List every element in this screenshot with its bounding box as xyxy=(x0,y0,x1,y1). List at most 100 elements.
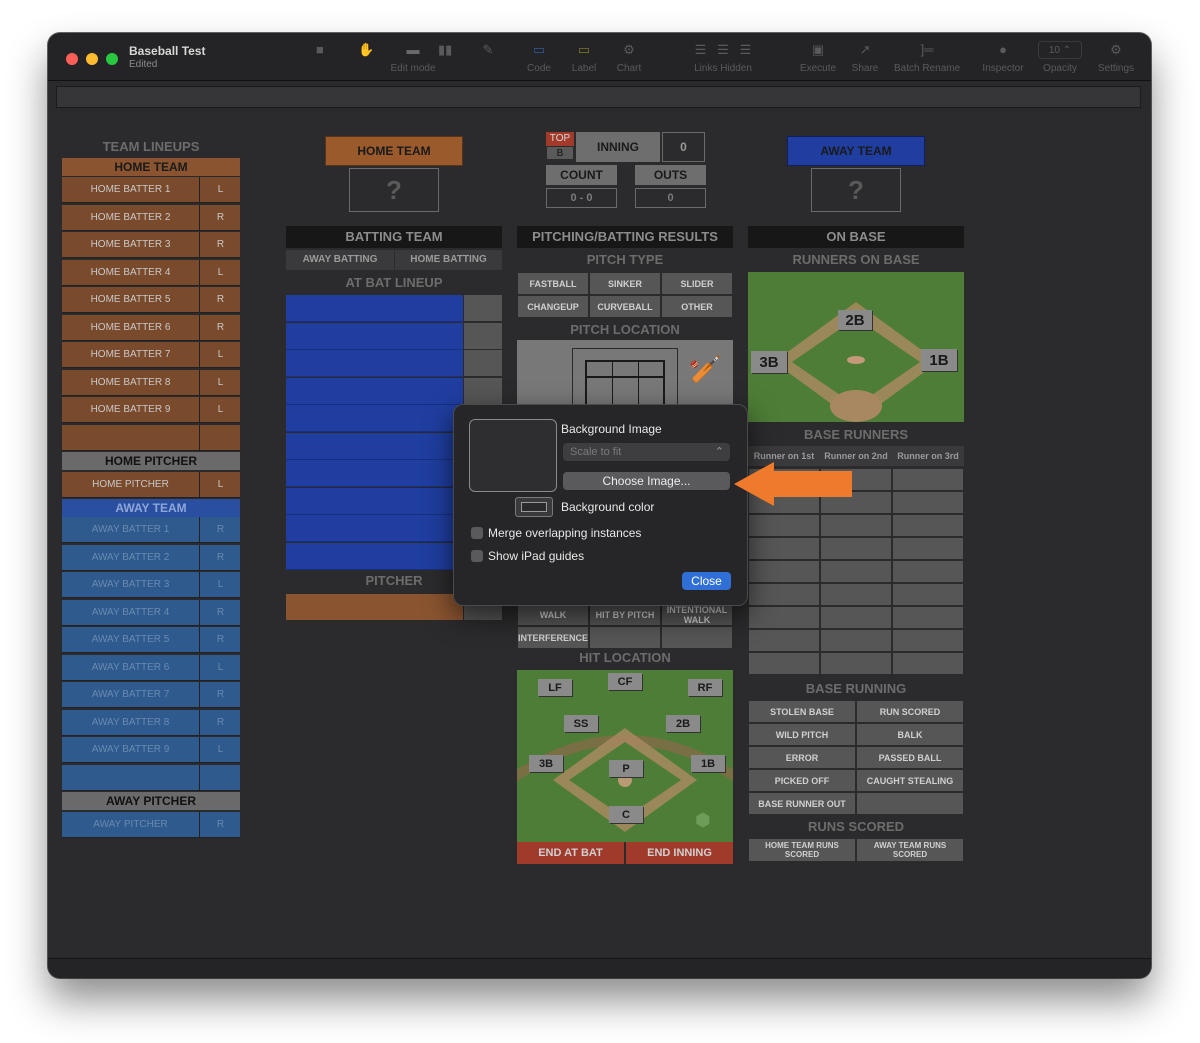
away-batter-row[interactable]: AWAY BATTER 6 L xyxy=(62,654,240,681)
away-pitcher-row[interactable]: AWAY PITCHER R xyxy=(62,812,240,838)
away-team-logo[interactable]: ? xyxy=(811,168,901,212)
base-running-button[interactable] xyxy=(856,792,964,815)
base-running-button[interactable]: RUN SCORED xyxy=(856,700,964,723)
base-running-button[interactable]: STOLEN BASE xyxy=(748,700,856,723)
at-bat-slot[interactable] xyxy=(286,515,463,542)
at-bat-hand-slot[interactable] xyxy=(464,322,502,350)
at-bat-slot[interactable] xyxy=(286,460,463,487)
toolbar-edit-mode[interactable]: ▬ Edit mode xyxy=(383,41,443,74)
pitch-type-button[interactable]: SLIDER xyxy=(661,272,733,295)
base-running-button[interactable]: WILD PITCH xyxy=(748,723,856,746)
at-bat-hand-slot[interactable] xyxy=(464,295,502,322)
at-bat-hand-slot[interactable] xyxy=(464,350,502,377)
toolbar-video-button[interactable]: ■ xyxy=(316,41,324,59)
home-batter-row[interactable]: HOME BATTER 8 L xyxy=(62,369,240,396)
at-bat-slot[interactable] xyxy=(286,487,463,515)
toolbar-settings-button[interactable]: ⚙ Settings xyxy=(1096,41,1136,74)
runner-cell[interactable] xyxy=(892,491,964,514)
toolbar-code-button[interactable]: ▭ Code xyxy=(526,41,552,74)
home-batter-row[interactable]: HOME BATTER 4 L xyxy=(62,259,240,286)
first-base-tag[interactable]: 1B xyxy=(921,349,957,371)
end-inning-button[interactable]: END INNING xyxy=(626,842,733,864)
result-button[interactable]: WALK xyxy=(517,603,589,626)
at-bat-slot[interactable] xyxy=(286,377,463,405)
at-bat-slot[interactable] xyxy=(286,405,463,432)
home-batting-toggle[interactable]: HOME BATTING xyxy=(395,250,502,270)
home-batter-row[interactable]: HOME BATTER 9 L xyxy=(62,397,240,423)
runner-cell[interactable] xyxy=(748,583,820,606)
toolbar-batch-rename-button[interactable]: ]═ Batch Rename xyxy=(894,41,960,74)
runner-cell[interactable] xyxy=(820,606,892,629)
pitch-location-zone[interactable]: 🏏 xyxy=(517,340,733,404)
pitch-type-button[interactable]: CURVEBALL xyxy=(589,295,661,318)
away-batting-toggle[interactable]: AWAY BATTING xyxy=(286,250,394,270)
home-batter-row[interactable]: HOME BATTER 2 R xyxy=(62,204,240,231)
home-batter-row[interactable]: HOME BATTER 1 L xyxy=(62,177,240,203)
field-position-cf[interactable]: CF xyxy=(608,673,642,690)
runner-cell[interactable] xyxy=(820,629,892,652)
field-position-1b[interactable]: 1B xyxy=(691,755,725,772)
away-batter-row[interactable]: AWAY BATTER 5 R xyxy=(62,627,240,653)
toolbar-hand-button[interactable]: ✋ xyxy=(358,41,374,59)
runner-cell[interactable] xyxy=(748,606,820,629)
runner-cell[interactable] xyxy=(748,652,820,675)
toolbar-bar-chart-button[interactable]: ▮▮ xyxy=(438,41,452,59)
background-color-well[interactable] xyxy=(515,497,553,517)
field-position-p[interactable]: P xyxy=(609,760,643,777)
toolbar-inspector-button[interactable]: ● Inspector xyxy=(980,41,1026,74)
pitch-type-button[interactable]: SINKER xyxy=(589,272,661,295)
runner-cell[interactable] xyxy=(820,652,892,675)
pitcher-slot[interactable] xyxy=(286,594,463,620)
home-batter-row[interactable]: HOME BATTER 7 L xyxy=(62,342,240,368)
base-running-button[interactable]: ERROR xyxy=(748,746,856,769)
runner-cell[interactable] xyxy=(892,560,964,583)
background-image-well[interactable] xyxy=(469,419,557,492)
toolbar-chart-button[interactable]: ⚙ Chart xyxy=(614,41,644,74)
base-running-button[interactable]: PICKED OFF xyxy=(748,769,856,792)
away-batter-row[interactable]: AWAY BATTER 3 L xyxy=(62,572,240,598)
runner-cell[interactable] xyxy=(892,514,964,537)
pitch-type-button[interactable]: CHANGEUP xyxy=(517,295,589,318)
runners-field[interactable] xyxy=(748,272,964,422)
toolbar-pencil-button[interactable]: ✎ xyxy=(470,41,506,59)
zoom-window-button[interactable] xyxy=(106,53,118,65)
at-bat-slot[interactable] xyxy=(286,350,463,377)
away-batter-row[interactable]: AWAY BATTER 1 R xyxy=(62,517,240,543)
field-position-c[interactable]: C xyxy=(609,806,643,823)
runner-cell[interactable] xyxy=(892,583,964,606)
runner-cell[interactable] xyxy=(748,514,820,537)
field-position-rf[interactable]: RF xyxy=(688,679,722,696)
home-pitcher-row[interactable]: HOME PITCHER L xyxy=(62,472,240,498)
at-bat-slot[interactable] xyxy=(286,542,463,570)
close-button[interactable]: Close xyxy=(682,572,731,590)
close-window-button[interactable] xyxy=(66,53,78,65)
away-batter-row[interactable]: AWAY BATTER 9 L xyxy=(62,737,240,763)
runner-cell[interactable] xyxy=(892,468,964,491)
merge-overlapping-checkbox[interactable] xyxy=(471,527,483,539)
home-team-logo[interactable]: ? xyxy=(349,168,439,212)
runner-cell[interactable] xyxy=(820,514,892,537)
runner-cell[interactable] xyxy=(820,560,892,583)
away-batter-row[interactable]: AWAY BATTER 7 R xyxy=(62,682,240,708)
result-button[interactable] xyxy=(661,626,733,649)
toolbar-share-button[interactable]: ↗ Share xyxy=(850,41,880,74)
second-base-tag[interactable]: 2B xyxy=(838,310,872,330)
toolbar-label-button[interactable]: ▭ Label xyxy=(569,41,599,74)
choose-image-button[interactable]: Choose Image... xyxy=(563,472,730,490)
bottom-indicator[interactable]: B xyxy=(546,146,574,160)
base-running-button[interactable]: BASE RUNNER OUT xyxy=(748,792,856,815)
result-button[interactable] xyxy=(589,626,661,649)
at-bat-hand-slot[interactable] xyxy=(464,377,502,405)
home-batter-row[interactable]: HOME BATTER 5 R xyxy=(62,287,240,313)
runner-cell[interactable] xyxy=(820,583,892,606)
at-bat-slot[interactable] xyxy=(286,322,463,350)
result-button[interactable]: HIT BY PITCH xyxy=(589,603,661,626)
away-batter-row[interactable]: AWAY BATTER 8 R xyxy=(62,709,240,736)
at-bat-slot[interactable] xyxy=(286,432,463,460)
home-batter-empty-row[interactable] xyxy=(62,424,240,451)
result-button[interactable]: INTENTIONAL WALK xyxy=(661,603,733,626)
end-at-bat-button[interactable]: END AT BAT xyxy=(517,842,624,864)
runner-cell[interactable] xyxy=(892,537,964,560)
runner-cell[interactable] xyxy=(748,629,820,652)
runner-cell[interactable] xyxy=(820,537,892,560)
